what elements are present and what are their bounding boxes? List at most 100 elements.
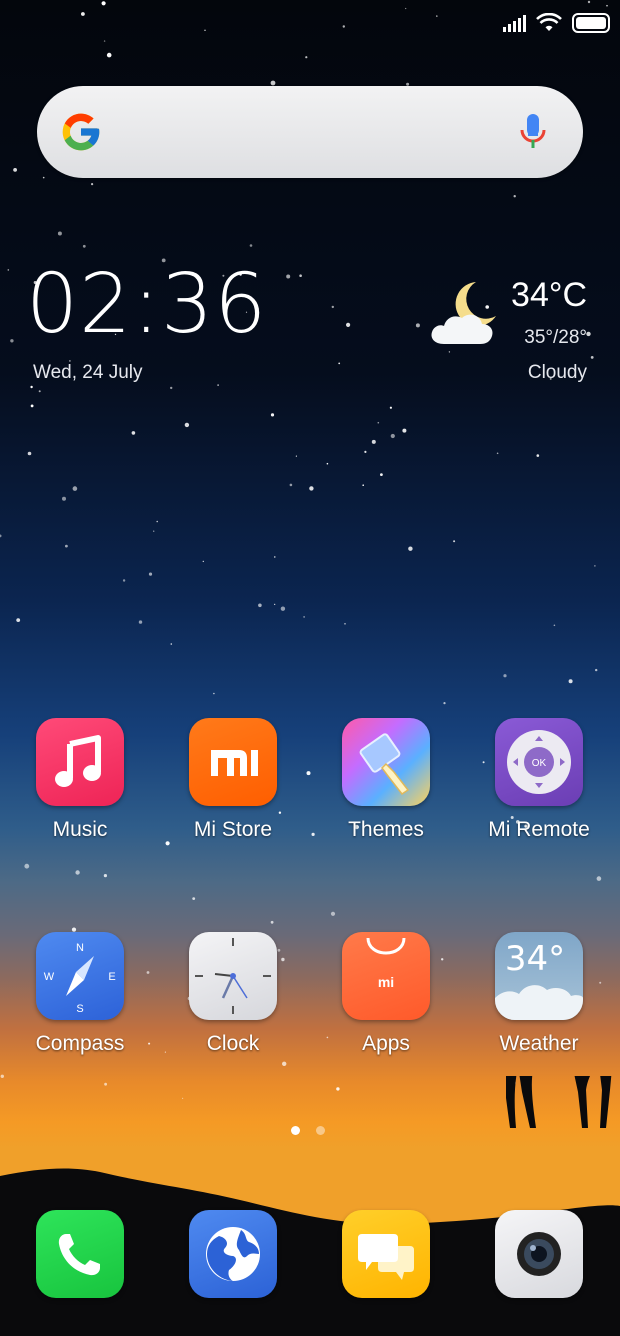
app-label: Mi Remote xyxy=(488,818,590,841)
star xyxy=(331,305,334,309)
star xyxy=(24,863,30,869)
app-compass[interactable]: N E S W Compass xyxy=(3,932,157,1056)
star xyxy=(170,643,173,645)
star xyxy=(305,56,308,59)
star xyxy=(342,25,345,28)
compass-n: N xyxy=(76,942,84,954)
star xyxy=(30,404,34,408)
star xyxy=(62,496,66,501)
star xyxy=(202,560,204,563)
battery-icon xyxy=(572,13,610,33)
star xyxy=(371,439,376,444)
app-mi-remote[interactable]: OK Mi Remote xyxy=(462,718,616,842)
clock-date[interactable]: Wed, 24 July xyxy=(33,362,142,384)
star xyxy=(326,462,329,465)
star xyxy=(390,433,395,439)
app-label: Mi Store xyxy=(193,818,273,841)
star xyxy=(7,269,10,271)
star xyxy=(103,40,106,42)
star xyxy=(344,623,346,625)
app-music[interactable]: Music xyxy=(3,718,157,842)
star xyxy=(204,29,206,31)
dock-messaging[interactable] xyxy=(309,1210,463,1298)
star xyxy=(42,176,45,179)
globe-icon xyxy=(189,1210,277,1298)
star xyxy=(606,4,608,7)
star xyxy=(453,540,456,543)
app-weather[interactable]: 34° Weather xyxy=(462,932,616,1056)
mic-icon[interactable] xyxy=(519,112,547,152)
dock-camera[interactable] xyxy=(462,1210,616,1298)
star xyxy=(443,702,446,705)
remote-ok-text: OK xyxy=(532,758,547,769)
star xyxy=(448,351,451,353)
app-mi-store[interactable]: Mi Store xyxy=(156,718,310,842)
star xyxy=(496,452,499,455)
star xyxy=(595,668,598,672)
app-clock[interactable]: Clock xyxy=(156,932,310,1056)
star xyxy=(38,390,41,393)
page-dot[interactable] xyxy=(316,1126,325,1135)
star xyxy=(280,606,286,611)
paintbrush-icon xyxy=(342,718,430,806)
signal-icon xyxy=(503,14,526,32)
wifi-icon xyxy=(536,13,562,31)
star xyxy=(184,422,190,428)
star xyxy=(65,544,68,548)
star xyxy=(217,384,219,386)
star xyxy=(0,534,2,538)
dock-browser[interactable] xyxy=(156,1210,310,1298)
star xyxy=(57,231,62,236)
star xyxy=(122,579,126,582)
star xyxy=(75,870,80,875)
mi-logo-icon xyxy=(189,718,277,806)
star xyxy=(192,897,196,900)
page-dot-active[interactable] xyxy=(291,1126,300,1135)
moon-cloud-icon[interactable] xyxy=(428,278,502,350)
star xyxy=(30,385,33,389)
star xyxy=(536,454,540,457)
clock-time[interactable]: 02:36 xyxy=(26,264,267,346)
clock-face-icon xyxy=(189,932,277,1020)
dock-phone[interactable] xyxy=(3,1210,157,1298)
star xyxy=(274,603,276,606)
phone-icon xyxy=(36,1210,124,1298)
app-themes[interactable]: Themes xyxy=(309,718,463,842)
app-apps[interactable]: mi Apps xyxy=(309,932,463,1056)
star xyxy=(72,486,78,491)
star xyxy=(101,1,106,6)
camel-silhouette xyxy=(506,1076,612,1128)
star xyxy=(436,15,438,17)
star xyxy=(380,473,383,476)
star xyxy=(274,556,276,558)
star xyxy=(103,874,107,878)
star xyxy=(170,386,173,390)
app-label: Apps xyxy=(362,1032,410,1055)
star xyxy=(213,692,215,695)
star xyxy=(346,322,351,327)
star xyxy=(338,362,341,365)
weather-temp[interactable]: 34°C xyxy=(511,276,587,315)
star xyxy=(330,911,336,916)
star xyxy=(91,183,94,186)
google-g-icon xyxy=(62,113,100,151)
music-note-icon xyxy=(36,718,124,806)
weather-condition: Cloudy xyxy=(527,362,587,383)
star xyxy=(295,455,297,457)
star xyxy=(82,244,86,248)
star xyxy=(587,0,591,4)
star xyxy=(27,451,32,456)
app-label: Themes xyxy=(348,818,424,841)
google-search-bar[interactable] xyxy=(37,86,583,178)
star xyxy=(153,530,155,532)
star xyxy=(106,52,112,58)
star xyxy=(270,413,275,417)
compass-icon: N E S W xyxy=(36,932,124,1020)
star xyxy=(405,7,407,10)
page-indicator[interactable] xyxy=(291,1126,325,1135)
star xyxy=(81,12,85,16)
weather-badge-text: 34° xyxy=(505,939,565,979)
star xyxy=(503,674,507,678)
app-label: Clock xyxy=(206,1032,260,1055)
star xyxy=(258,603,262,608)
